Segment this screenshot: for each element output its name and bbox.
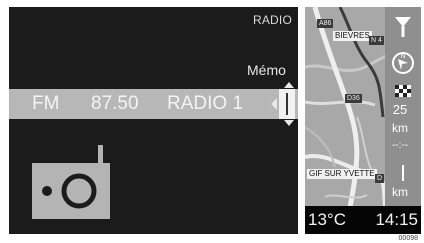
next-turn-distance-unit: km bbox=[392, 185, 408, 199]
scroll-left-arrow-icon[interactable] bbox=[271, 98, 277, 110]
radio-screen: RADIO Mémo FM 87.50 RADIO 1 bbox=[9, 7, 298, 234]
road-label-a86: A86 bbox=[317, 19, 334, 28]
road-label-n4: N 4 bbox=[369, 36, 384, 45]
place-label-bievres: BIEVRES bbox=[333, 31, 372, 41]
scroll-up-arrow-icon[interactable] bbox=[284, 82, 294, 88]
compass-icon[interactable]: N bbox=[390, 49, 416, 75]
clock: 14:15 bbox=[375, 210, 418, 229]
map-panel[interactable]: A86 BIEVRES N 4 D36 GIF SUR YVETTE D N 2… bbox=[305, 7, 421, 234]
arrival-time: --:-- bbox=[391, 140, 409, 151]
radio-icon bbox=[32, 145, 110, 219]
direction-arrow-icon bbox=[395, 17, 411, 37]
destination-distance-unit: km bbox=[392, 121, 408, 135]
band-label: FM bbox=[32, 93, 60, 114]
memo-label[interactable]: Mémo bbox=[247, 62, 286, 78]
navigation-column: N 25 km --:-- km bbox=[385, 7, 421, 207]
scroll-handle[interactable] bbox=[279, 89, 295, 119]
station-name: RADIO 1 bbox=[167, 93, 244, 114]
place-label-gif-sur-yvette: GIF SUR YVETTE bbox=[307, 169, 377, 179]
next-turn-distance-icon bbox=[402, 165, 404, 181]
image-reference: 00098 bbox=[398, 235, 418, 242]
status-bar: 13°C 14:15 bbox=[305, 206, 421, 234]
road-label-d: D bbox=[375, 174, 385, 183]
frequency-value: 87.50 bbox=[91, 93, 139, 114]
outside-temperature: 13°C bbox=[308, 210, 346, 229]
road-label-d36: D36 bbox=[345, 94, 362, 103]
scroll-down-arrow-icon[interactable] bbox=[284, 120, 294, 126]
station-scroll-control[interactable] bbox=[271, 82, 295, 126]
station-bar[interactable]: FM 87.50 RADIO 1 bbox=[9, 89, 298, 119]
checkered-flag-icon bbox=[395, 85, 411, 97]
destination-distance-value: 25 bbox=[392, 102, 408, 117]
screen-title: RADIO bbox=[252, 13, 292, 27]
svg-text:N: N bbox=[400, 53, 405, 60]
